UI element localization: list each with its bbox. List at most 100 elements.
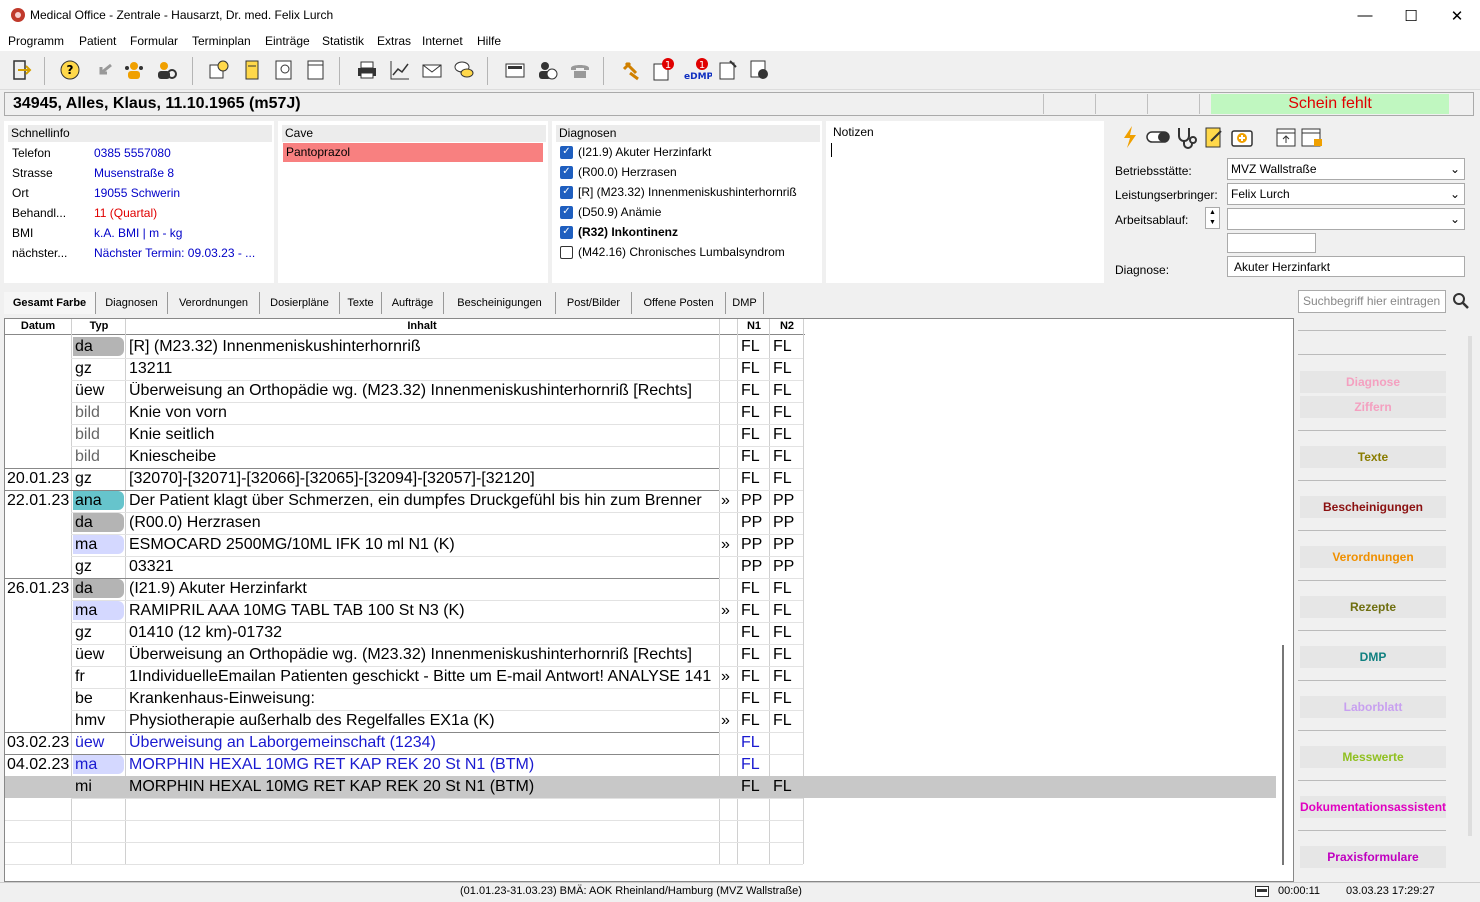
patients-icon[interactable] bbox=[122, 58, 146, 82]
side-button-dmp[interactable]: DMP bbox=[1300, 646, 1446, 668]
menu-statistik[interactable]: Statistik bbox=[322, 34, 364, 48]
table-row[interactable]: ma RAMIPRIL AAA 10MG TABL TAB 100 St N3 (… bbox=[5, 600, 1277, 622]
checkbox[interactable]: ✓ bbox=[560, 185, 573, 199]
side-scrollbar[interactable] bbox=[1468, 336, 1472, 836]
table-row[interactable]: 26.01.23 da (I21.9) Akuter Herzinfarkt FL FL bbox=[5, 578, 1277, 600]
info-row-behandlung[interactable]: Behandl... 11 (Quartal) bbox=[12, 206, 157, 220]
table-row[interactable]: mi MORPHIN HEXAL 10MG RET KAP REK 20 St N… bbox=[5, 776, 1277, 798]
betriebsstaette-select[interactable]: MVZ Wallstraße ⌄ bbox=[1227, 158, 1465, 180]
info-row-telefon[interactable]: Telefon 0385 5557080 bbox=[12, 146, 171, 160]
tab-offene-posten[interactable]: Offene Posten bbox=[632, 292, 726, 314]
col-datum[interactable]: Datum bbox=[5, 320, 71, 332]
checkbox[interactable] bbox=[560, 245, 573, 259]
scrollbar-thumb[interactable] bbox=[1282, 645, 1284, 865]
col-inhalt[interactable]: Inhalt bbox=[126, 320, 718, 332]
help-icon[interactable]: ? bbox=[58, 58, 82, 82]
table-row[interactable]: hmv Physiotherapie außerhalb des Regelfal… bbox=[5, 710, 1277, 732]
side-button-diagnose[interactable]: Diagnose bbox=[1300, 371, 1446, 393]
menu-programm[interactable]: Programm bbox=[8, 34, 64, 48]
arbeitsablauf-spinner[interactable]: ▲ ▼ bbox=[1205, 207, 1220, 229]
table-row[interactable]: üew Überweisung an Orthopädie wg. (M23.32… bbox=[5, 644, 1277, 666]
info-row-bmi[interactable]: BMI k.A. BMI | m - kg bbox=[12, 226, 182, 240]
col-n2[interactable]: N2 bbox=[770, 320, 804, 332]
search-input[interactable]: Suchbegriff hier eintragen bbox=[1298, 290, 1446, 313]
table-row[interactable]: 20.01.23 gz [32070]-[32071]-[32066]-[32065… bbox=[5, 468, 1277, 490]
minimize-button[interactable]: — bbox=[1342, 0, 1388, 31]
tab-diagnosen[interactable]: Diagnosen bbox=[96, 292, 168, 314]
tab-dmp[interactable]: DMP bbox=[726, 292, 764, 314]
notizen-textarea[interactable] bbox=[830, 141, 1100, 279]
checkbox[interactable]: ✓ bbox=[560, 205, 573, 219]
pill-icon[interactable] bbox=[1146, 125, 1170, 149]
side-button-dokumentationsassistent[interactable]: Dokumentationsassistent bbox=[1300, 796, 1446, 818]
card-icon[interactable] bbox=[240, 58, 264, 82]
info-row-naechster-termin[interactable]: nächster... Nächster Termin: 09.03.23 - .… bbox=[12, 246, 255, 260]
window-up-icon[interactable] bbox=[1274, 125, 1298, 149]
table-row[interactable]: bild Knie seitlich FL FL bbox=[5, 424, 1277, 446]
diagnose-item[interactable]: ✓ (D50.9) Anämie bbox=[560, 205, 661, 219]
menu-internet[interactable]: Internet bbox=[422, 34, 463, 48]
document-edit-icon[interactable] bbox=[716, 58, 740, 82]
card-reader-icon[interactable] bbox=[503, 58, 527, 82]
menu-terminplan[interactable]: Terminplan bbox=[192, 34, 251, 48]
side-button-laborblatt[interactable]: Laborblatt bbox=[1300, 696, 1446, 718]
tab-texte[interactable]: Texte bbox=[340, 292, 382, 314]
side-button-praxisformulare[interactable]: Praxisformulare bbox=[1300, 846, 1446, 868]
exit-icon[interactable] bbox=[9, 58, 33, 82]
table-row[interactable]: üew Überweisung an Orthopädie wg. (M23.32… bbox=[5, 380, 1277, 402]
menu-eintraege[interactable]: Einträge bbox=[265, 34, 310, 48]
tab-dosierplaene[interactable]: Dosierpläne bbox=[260, 292, 340, 314]
table-row[interactable]: 03.02.23 üew Überweisung an Laborgemeinsch… bbox=[5, 732, 1277, 754]
notes-badge-icon[interactable]: 1 bbox=[651, 58, 675, 82]
menu-formular[interactable]: Formular bbox=[130, 34, 178, 48]
col-typ[interactable]: Typ bbox=[72, 320, 126, 332]
table-row[interactable]: 22.01.23 ana Der Patient klagt über Schmer… bbox=[5, 490, 1277, 512]
side-button-rezepte[interactable]: Rezepte bbox=[1300, 596, 1446, 618]
table-row[interactable]: da [R] (M23.32) Innenmeniskushinterhornri… bbox=[5, 336, 1277, 358]
arbeitsablauf-select[interactable]: ⌄ bbox=[1227, 208, 1465, 230]
chart-icon[interactable] bbox=[388, 58, 412, 82]
chat-icon[interactable] bbox=[452, 58, 476, 82]
blank-form-icon[interactable] bbox=[304, 58, 328, 82]
menu-hilfe[interactable]: Hilfe bbox=[477, 34, 501, 48]
table-row[interactable]: bild Knie von vorn FL FL bbox=[5, 402, 1277, 424]
side-button-bescheinigungen[interactable]: Bescheinigungen bbox=[1300, 496, 1446, 518]
search-icon[interactable] bbox=[1452, 292, 1472, 312]
schein-status-badge[interactable]: Schein fehlt bbox=[1211, 94, 1449, 114]
table-row[interactable]: 04.02.23 ma MORPHIN HEXAL 10MG RET KAP REK… bbox=[5, 754, 1277, 776]
side-button-ziffern[interactable]: Ziffern bbox=[1300, 396, 1446, 418]
checkbox[interactable]: ✓ bbox=[560, 165, 573, 179]
table-row[interactable]: da (R00.0) Herzrasen PP PP bbox=[5, 512, 1277, 534]
table-row[interactable]: gz 01410 (12 km)-01732 FL FL bbox=[5, 622, 1277, 644]
leistungserbringer-select[interactable]: Felix Lurch ⌄ bbox=[1227, 183, 1465, 205]
menu-patient[interactable]: Patient bbox=[79, 34, 116, 48]
patient-clock-icon[interactable] bbox=[535, 58, 559, 82]
side-button-verordnungen[interactable]: Verordnungen bbox=[1300, 546, 1446, 568]
info-row-ort[interactable]: Ort 19055 Schwerin bbox=[12, 186, 180, 200]
menu-extras[interactable]: Extras bbox=[377, 34, 411, 48]
tab-gesamt-farbe[interactable]: Gesamt Farbe bbox=[4, 292, 96, 314]
table-row[interactable]: gz 03321 PP PP bbox=[5, 556, 1277, 578]
extra-input[interactable] bbox=[1227, 233, 1316, 253]
table-row[interactable]: gz 13211 FL FL bbox=[5, 358, 1277, 380]
check-document-icon[interactable] bbox=[747, 58, 771, 82]
diagnose-field[interactable]: Akuter Herzinfarkt bbox=[1227, 256, 1465, 277]
info-row-strasse[interactable]: Strasse Musenstraße 8 bbox=[12, 166, 174, 180]
diagnose-item[interactable]: ✓ (R32) Inkontinenz bbox=[560, 225, 678, 239]
close-button[interactable]: ✕ bbox=[1434, 0, 1480, 31]
diagnose-item[interactable]: ✓ (R00.0) Herzrasen bbox=[560, 165, 677, 179]
table-row[interactable]: bild Kniescheibe FL FL bbox=[5, 446, 1277, 468]
first-aid-icon[interactable] bbox=[1230, 125, 1254, 149]
tab-verordnungen[interactable]: Verordnungen bbox=[168, 292, 260, 314]
calendar-clock-icon[interactable] bbox=[207, 58, 231, 82]
diagnose-item[interactable]: (M42.16) Chronisches Lumbalsyndrom bbox=[560, 245, 785, 259]
diagnose-item[interactable]: ✓ (I21.9) Akuter Herzinfarkt bbox=[560, 145, 711, 159]
col-n1[interactable]: N1 bbox=[738, 320, 770, 332]
mail-icon[interactable] bbox=[420, 58, 444, 82]
patient-search-icon[interactable] bbox=[155, 58, 179, 82]
checkbox[interactable]: ✓ bbox=[560, 225, 573, 239]
form-scan-icon[interactable] bbox=[272, 58, 296, 82]
checkbox[interactable]: ✓ bbox=[560, 145, 573, 159]
table-row[interactable]: ma ESMOCARD 2500MG/10ML IFK 10 ml N1 (K) »… bbox=[5, 534, 1277, 556]
phone-icon[interactable] bbox=[568, 58, 592, 82]
